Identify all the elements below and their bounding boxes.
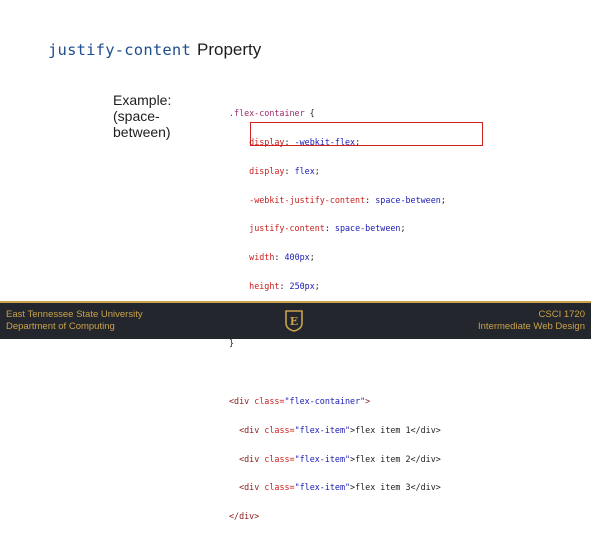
- example-line-3: between): [113, 124, 171, 140]
- example-caption: Example: (space- between): [113, 92, 203, 140]
- html-line-item-3: <div class="flex-item">flex item 3</div>: [239, 482, 441, 493]
- code-line-selector: .flex-container {: [229, 108, 315, 119]
- html-line-outer-open: <div class="flex-container">: [229, 396, 371, 406]
- code-line-decl-6: height: 250px;: [249, 280, 320, 291]
- logo-letter: E: [290, 315, 298, 328]
- footer-right: CSCI 1720 Intermediate Web Design: [478, 309, 585, 333]
- footer-department: Department of Computing: [6, 321, 115, 332]
- code-line-decl-3: -webkit-justify-content: space-between;: [249, 194, 446, 205]
- footer-course-name: Intermediate Web Design: [477, 321, 585, 332]
- footer-course-code: CSCI 1720: [538, 309, 585, 320]
- code-line-decl-4: justify-content: space-between;: [249, 223, 406, 234]
- title-text: Property: [196, 40, 262, 59]
- html-line-item-1: <div class="flex-item">flex item 1</div>: [239, 424, 441, 435]
- html-line-outer-close: </div>: [229, 511, 260, 522]
- footer-university: East Tennessee State University: [6, 309, 143, 320]
- slide: justify-content Property Example: (space-…: [0, 0, 591, 521]
- code-gap: [229, 368, 446, 378]
- code-line-decl-5: width: 400px;: [249, 252, 315, 263]
- html-line-item-2: <div class="flex-item">flex item 2</div>: [239, 453, 441, 464]
- code-line-decl-2: display: flex;: [249, 165, 320, 176]
- slide-title: justify-content Property: [48, 40, 261, 60]
- highlight-box: [250, 122, 483, 146]
- title-code: justify-content: [48, 41, 191, 59]
- code-line-close: }: [229, 338, 235, 349]
- footer-left: East Tennessee State University Departme…: [6, 309, 143, 333]
- example-line-2: (space-: [113, 108, 160, 124]
- footer-bar: East Tennessee State University Departme…: [0, 301, 591, 339]
- example-line-1: Example:: [113, 92, 172, 108]
- etsu-logo-icon: E: [285, 310, 303, 332]
